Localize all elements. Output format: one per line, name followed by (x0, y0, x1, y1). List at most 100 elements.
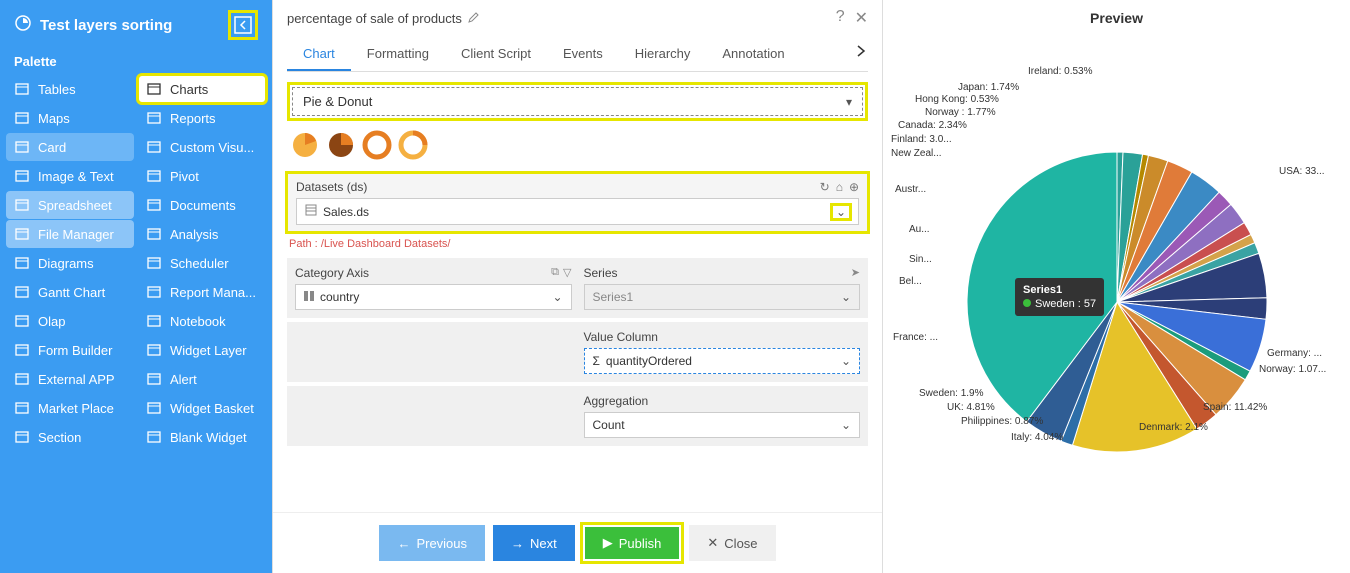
chart-type-select[interactable]: Pie & Donut ▾ (292, 87, 863, 116)
tab-formatting[interactable]: Formatting (351, 38, 445, 71)
publish-button[interactable]: ▶ Publish (585, 527, 680, 559)
sidebar-item-image-text[interactable]: Image & Text (6, 162, 134, 190)
filter-icon[interactable]: ▽ (563, 266, 571, 280)
palette-item-icon (14, 342, 30, 358)
help-icon[interactable]: ? (836, 8, 845, 28)
editor-panel: percentage of sale of products ? ✕ Chart… (272, 0, 882, 573)
pie-quarter-icon[interactable] (327, 131, 355, 159)
sidebar-item-charts[interactable]: Charts (138, 75, 266, 103)
sidebar-item-blank-widget[interactable]: Blank Widget (138, 423, 266, 451)
palette-item-label: Maps (38, 111, 70, 126)
palette-item-icon (14, 371, 30, 387)
sidebar-item-market-place[interactable]: Market Place (6, 394, 134, 422)
sidebar-item-tables[interactable]: Tables (6, 75, 134, 103)
sidebar-item-card[interactable]: Card (6, 133, 134, 161)
palette-item-icon (14, 139, 30, 155)
pie-label: Austr... (895, 184, 926, 195)
tab-annotation[interactable]: Annotation (706, 38, 800, 71)
previous-button[interactable]: ← Previous (379, 525, 485, 561)
sidebar-item-olap[interactable]: Olap (6, 307, 134, 335)
sidebar-item-analysis[interactable]: Analysis (138, 220, 266, 248)
value-col-row: Value Column Σ quantityOrdered ⌄ (287, 322, 868, 382)
sidebar-item-section[interactable]: Section (6, 423, 134, 451)
tabs-more-icon[interactable] (854, 44, 868, 63)
edit-title-icon[interactable] (468, 11, 480, 26)
palette-item-label: Notebook (170, 314, 226, 329)
sidebar-item-scheduler[interactable]: Scheduler (138, 249, 266, 277)
tooltip-series: Series1 (1023, 284, 1096, 296)
sidebar-item-widget-layer[interactable]: Widget Layer (138, 336, 266, 364)
axis-series-row: Category Axis ⧉▽ country ⌄ Series ➤ (287, 258, 868, 318)
pie-label: Au... (909, 224, 930, 235)
sidebar-title: Test layers sorting (40, 17, 172, 34)
sidebar-item-form-builder[interactable]: Form Builder (6, 336, 134, 364)
chevron-down-icon: ⌄ (552, 290, 562, 304)
palette-item-icon (146, 342, 162, 358)
pie-label: Ireland: 0.53% (1028, 66, 1093, 77)
sidebar-item-reports[interactable]: Reports (138, 104, 266, 132)
tab-client-script[interactable]: Client Script (445, 38, 547, 71)
value-column-select[interactable]: Σ quantityOrdered ⌄ (584, 348, 861, 374)
aggregation-select[interactable]: Count ⌄ (584, 412, 861, 438)
aggregation-row: Aggregation Count ⌄ (287, 386, 868, 446)
pie-label: Sweden: 1.9% (919, 388, 984, 399)
close-icon: ✕ (707, 535, 718, 551)
sidebar-item-notebook[interactable]: Notebook (138, 307, 266, 335)
category-axis-select[interactable]: country ⌄ (295, 284, 572, 310)
sidebar-item-diagrams[interactable]: Diagrams (6, 249, 134, 277)
home-icon[interactable]: ⌂ (836, 180, 843, 194)
pie-full-icon[interactable] (291, 131, 319, 159)
add-icon[interactable]: ⊕ (849, 180, 859, 194)
sidebar-item-alert[interactable]: Alert (138, 365, 266, 393)
pie-chart: Series1 Sweden : 57 Ireland: 0.53% Japan:… (883, 30, 1350, 573)
tab-chart[interactable]: Chart (287, 38, 351, 71)
sidebar-item-documents[interactable]: Documents (138, 191, 266, 219)
tooltip-value: Sweden : 57 (1035, 298, 1096, 310)
sidebar-item-report-mana-[interactable]: Report Mana... (138, 278, 266, 306)
sidebar-item-pivot[interactable]: Pivot (138, 162, 266, 190)
tab-events[interactable]: Events (547, 38, 619, 71)
palette-item-label: File Manager (38, 227, 114, 242)
sidebar-item-widget-basket[interactable]: Widget Basket (138, 394, 266, 422)
donut-partial-icon[interactable] (399, 131, 427, 159)
sidebar-item-file-manager[interactable]: File Manager (6, 220, 134, 248)
chevron-down-icon: ⌄ (841, 354, 851, 368)
next-button[interactable]: → Next (493, 525, 575, 561)
palette-item-label: Blank Widget (170, 430, 247, 445)
datasets-section: Datasets (ds) ↻ ⌂ ⊕ Sales.ds ⌄ (287, 173, 868, 232)
palette-item-label: Image & Text (38, 169, 114, 184)
series-label: Series (584, 266, 618, 280)
sidebar-item-maps[interactable]: Maps (6, 104, 134, 132)
sidebar-item-spreadsheet[interactable]: Spreadsheet (6, 191, 134, 219)
send-icon[interactable]: ➤ (851, 266, 860, 280)
palette-item-icon (146, 284, 162, 300)
palette-item-icon (146, 429, 162, 445)
datasets-label: Datasets (ds) (296, 180, 367, 194)
sidebar-item-gantt-chart[interactable]: Gantt Chart (6, 278, 134, 306)
palette-item-label: Charts (170, 82, 208, 97)
sidebar-item-external-app[interactable]: External APP (6, 365, 134, 393)
pie-label: Japan: 1.74% (958, 82, 1019, 93)
refresh-icon[interactable]: ↻ (820, 180, 830, 194)
palette-item-label: Report Mana... (170, 285, 256, 300)
palette-item-icon (146, 168, 162, 184)
dataset-chevron-icon[interactable]: ⌄ (832, 205, 850, 219)
palette-item-icon (146, 371, 162, 387)
palette-item-label: Gantt Chart (38, 285, 105, 300)
series-select[interactable]: Series1 ⌄ (584, 284, 861, 310)
link-icon[interactable]: ⧉ (551, 266, 559, 280)
footer-buttons: ← Previous → Next ▶ Publish ✕ Close (273, 512, 882, 573)
donut-icon[interactable] (363, 131, 391, 159)
pie-label: Bel... (899, 276, 922, 287)
chart-tooltip: Series1 Sweden : 57 (1015, 278, 1104, 316)
dataset-select[interactable]: Sales.ds ⌄ (296, 198, 859, 225)
sidebar-item-custom-visu-[interactable]: Custom Visu... (138, 133, 266, 161)
collapse-sidebar-button[interactable] (228, 10, 258, 40)
close-panel-icon[interactable]: ✕ (855, 8, 868, 28)
aggregation-label: Aggregation (584, 394, 649, 408)
close-button[interactable]: ✕ Close (689, 525, 775, 561)
palette-item-icon (146, 197, 162, 213)
tab-hierarchy[interactable]: Hierarchy (619, 38, 707, 71)
chart-type-value: Pie & Donut (303, 94, 372, 109)
palette-item-label: Spreadsheet (38, 198, 112, 213)
